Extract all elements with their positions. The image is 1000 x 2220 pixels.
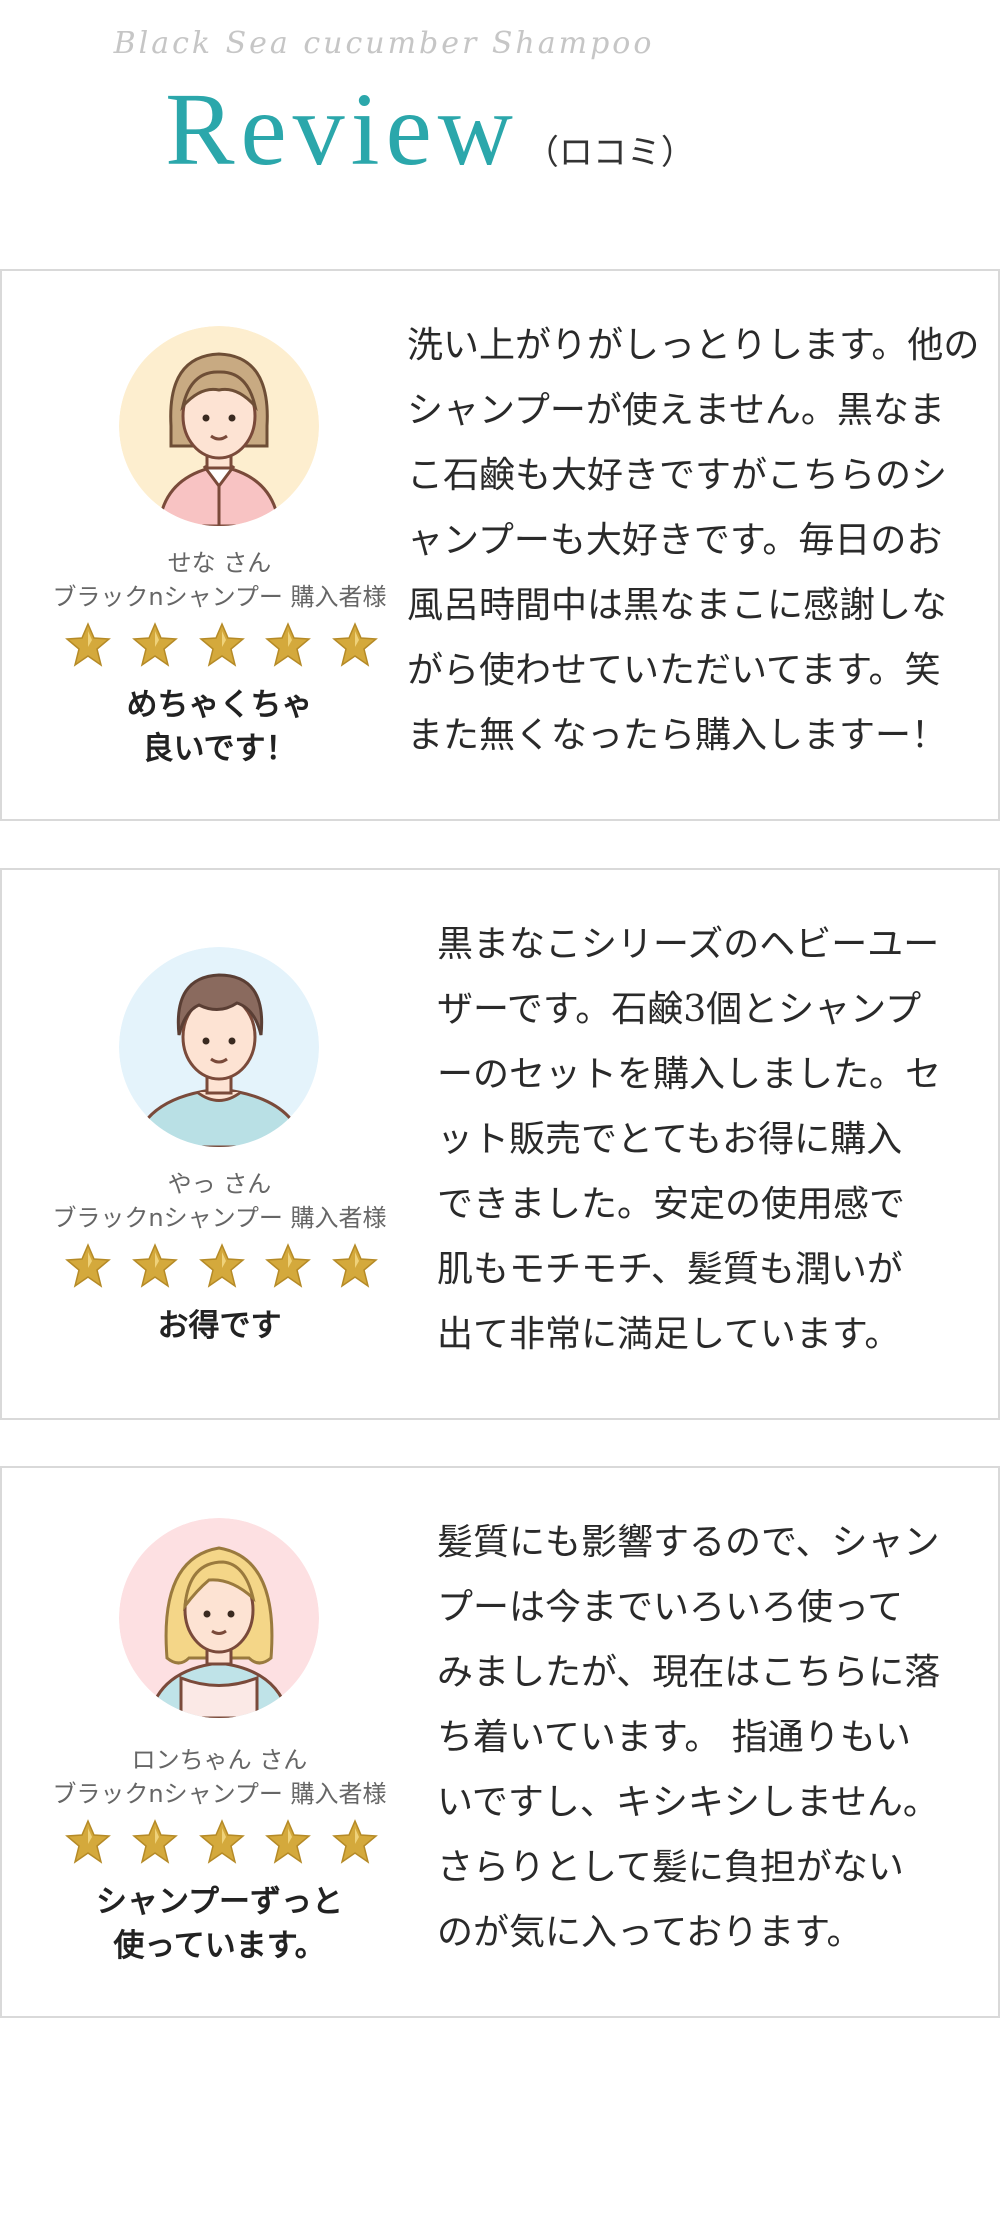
star-rating (64, 1242, 379, 1294)
review-card: やっ さん ブラックnシャンプー 購入者様 お得です 黒まなこシリーズのヘビーユ… (0, 868, 1000, 1420)
reviewer-product: ブラックnシャンプー 購入者様 (52, 1204, 387, 1232)
review-headline: めちゃくちゃ 良いです！ (126, 687, 313, 767)
product-subtitle: Black Sea cucumber Shampoo (113, 26, 655, 61)
title-row: Review （ロコミ） (0, 70, 860, 189)
star-icon (64, 1242, 112, 1290)
star-icon (331, 1242, 379, 1290)
review-card: せな さん ブラックnシャンプー 購入者様 めちゃくちゃ 良いです！ 洗い上がり… (0, 269, 1000, 821)
star-icon (264, 1818, 312, 1866)
woman-short-hair-avatar-icon (119, 326, 319, 526)
star-rating (64, 621, 379, 673)
page-title: Review (165, 72, 519, 187)
review-card: ロンちゃん さん ブラックnシャンプー 購入者様 シャンプーずっと 使っています… (0, 1466, 1000, 2018)
star-icon (64, 1818, 112, 1866)
page-title-sub: （ロコミ） (524, 133, 695, 173)
review-body: 黒まなこシリーズのヘビーユー ザーです。石鹸3個とシャンプ ーのセットを購入しま… (437, 924, 942, 1355)
woman-blonde-hair-avatar-icon (119, 1518, 319, 1718)
man-avatar-icon (119, 947, 319, 1147)
star-icon (198, 1242, 246, 1290)
review-body: 髪質にも影響するので、シャン プーは今までいろいろ使って みましたが、現在はこち… (437, 1522, 941, 1953)
review-headline: お得です (157, 1308, 282, 1344)
star-icon (131, 1818, 179, 1866)
star-icon (331, 1818, 379, 1866)
star-icon (64, 621, 112, 669)
reviewer-name: やっ さん (167, 1170, 272, 1198)
star-rating (64, 1818, 379, 1870)
reviewer-name: せな さん (167, 549, 272, 577)
star-icon (331, 621, 379, 669)
reviewer-product: ブラックnシャンプー 購入者様 (52, 583, 387, 611)
star-icon (131, 1242, 179, 1290)
review-headline: シャンプーずっと 使っています。 (95, 1884, 344, 1964)
star-icon (198, 1818, 246, 1866)
star-icon (264, 1242, 312, 1290)
reviewer-product: ブラックnシャンプー 購入者様 (52, 1780, 387, 1808)
reviewer-name: ロンちゃん さん (131, 1746, 308, 1774)
star-icon (264, 621, 312, 669)
star-icon (198, 621, 246, 669)
star-icon (131, 621, 179, 669)
review-body: 洗い上がりがしっとりします。他の シャンプーが使えません。黒なま こ石鹸も大好き… (407, 325, 980, 756)
page-header: Black Sea cucumber Shampoo Review （ロコミ） (0, 0, 1000, 250)
